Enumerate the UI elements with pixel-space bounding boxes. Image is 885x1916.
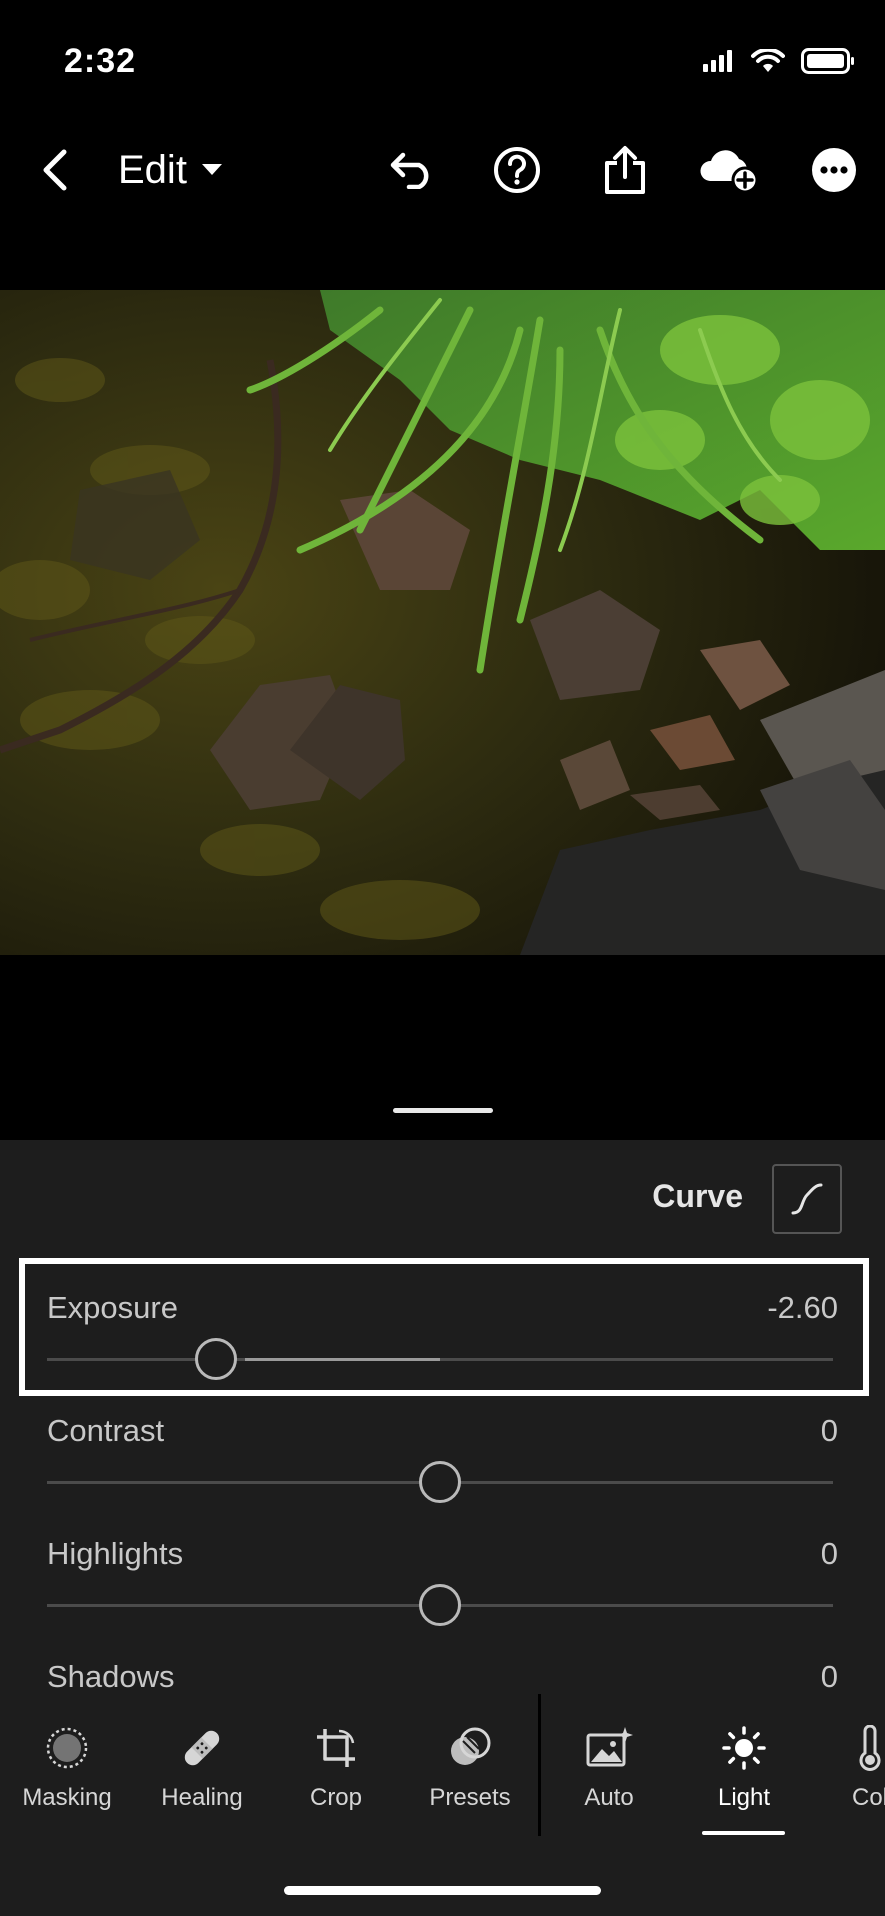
edit-mode-label: Edit: [118, 147, 187, 192]
battery-icon: [801, 48, 854, 74]
contrast-label: Contrast: [47, 1413, 165, 1448]
tab-label: Presets: [429, 1784, 511, 1811]
highlights-label: Highlights: [47, 1536, 184, 1571]
tab-light[interactable]: Light: [679, 1694, 809, 1814]
tab-color[interactable]: Col: [805, 1694, 885, 1814]
tab-auto[interactable]: Auto: [544, 1694, 674, 1814]
photo-preview[interactable]: [0, 290, 885, 955]
tab-group-divider: [538, 1694, 541, 1836]
bottom-tab-bar: Masking Healing Crop Presets Auto Light …: [0, 1694, 885, 1834]
cellular-signal-icon: [703, 50, 732, 72]
back-icon: [43, 149, 67, 191]
panel-drag-handle[interactable]: [393, 1108, 493, 1113]
curve-icon: [791, 1183, 823, 1215]
more-options-button[interactable]: [808, 130, 860, 210]
tab-presets[interactable]: Presets: [405, 1694, 535, 1814]
tab-healing[interactable]: Healing: [137, 1694, 267, 1814]
tab-label: Auto: [584, 1784, 634, 1811]
exposure-highlight-box: [19, 1258, 869, 1396]
tab-masking[interactable]: Masking: [2, 1694, 132, 1814]
dropdown-icon: [201, 164, 222, 175]
presets-icon: [451, 1727, 491, 1765]
status-time: 2:32: [64, 42, 137, 80]
cloud-add-icon: [700, 150, 759, 193]
contrast-slider-thumb[interactable]: [419, 1461, 461, 1503]
tab-crop[interactable]: Crop: [271, 1694, 401, 1814]
cloud-add-button[interactable]: [696, 130, 762, 210]
photo-image: [0, 290, 885, 955]
sun-icon: [722, 1726, 766, 1770]
bottom-safe-area: [0, 1836, 885, 1916]
highlights-slider-row: Highlights 0: [0, 1536, 885, 1646]
more-icon: [812, 148, 856, 192]
active-tab-indicator: [702, 1831, 785, 1835]
share-button[interactable]: [598, 130, 652, 210]
contrast-slider-row: Contrast 0: [0, 1413, 885, 1523]
masking-icon: [46, 1727, 88, 1769]
undo-icon: [390, 152, 429, 189]
tab-label: Healing: [161, 1784, 243, 1811]
curve-label: Curve: [652, 1178, 743, 1214]
help-icon: [494, 147, 540, 193]
highlights-value[interactable]: 0: [821, 1536, 838, 1572]
tab-label: Crop: [309, 1784, 363, 1811]
tab-label: Masking: [22, 1784, 112, 1811]
status-icons: [703, 48, 855, 74]
back-button[interactable]: [30, 130, 80, 210]
shadows-label: Shadows: [47, 1659, 175, 1694]
top-toolbar: Edit: [0, 130, 885, 210]
help-button[interactable]: [490, 130, 544, 210]
undo-button[interactable]: [386, 130, 440, 210]
crop-icon: [317, 1729, 355, 1767]
thermometer-icon: [859, 1725, 881, 1771]
status-bar: 2:32: [0, 0, 885, 110]
tab-label: Light: [717, 1784, 771, 1811]
edit-mode-dropdown[interactable]: Edit: [118, 130, 228, 210]
auto-icon: [586, 1727, 633, 1767]
share-icon: [605, 146, 645, 194]
contrast-value[interactable]: 0: [821, 1413, 838, 1449]
bandage-icon: [184, 1730, 220, 1766]
tab-label: Col: [851, 1784, 885, 1811]
curve-button[interactable]: [772, 1164, 842, 1234]
home-indicator[interactable]: [284, 1886, 601, 1895]
shadows-value[interactable]: 0: [821, 1659, 838, 1695]
highlights-slider-thumb[interactable]: [419, 1584, 461, 1626]
wifi-icon: [751, 49, 785, 72]
